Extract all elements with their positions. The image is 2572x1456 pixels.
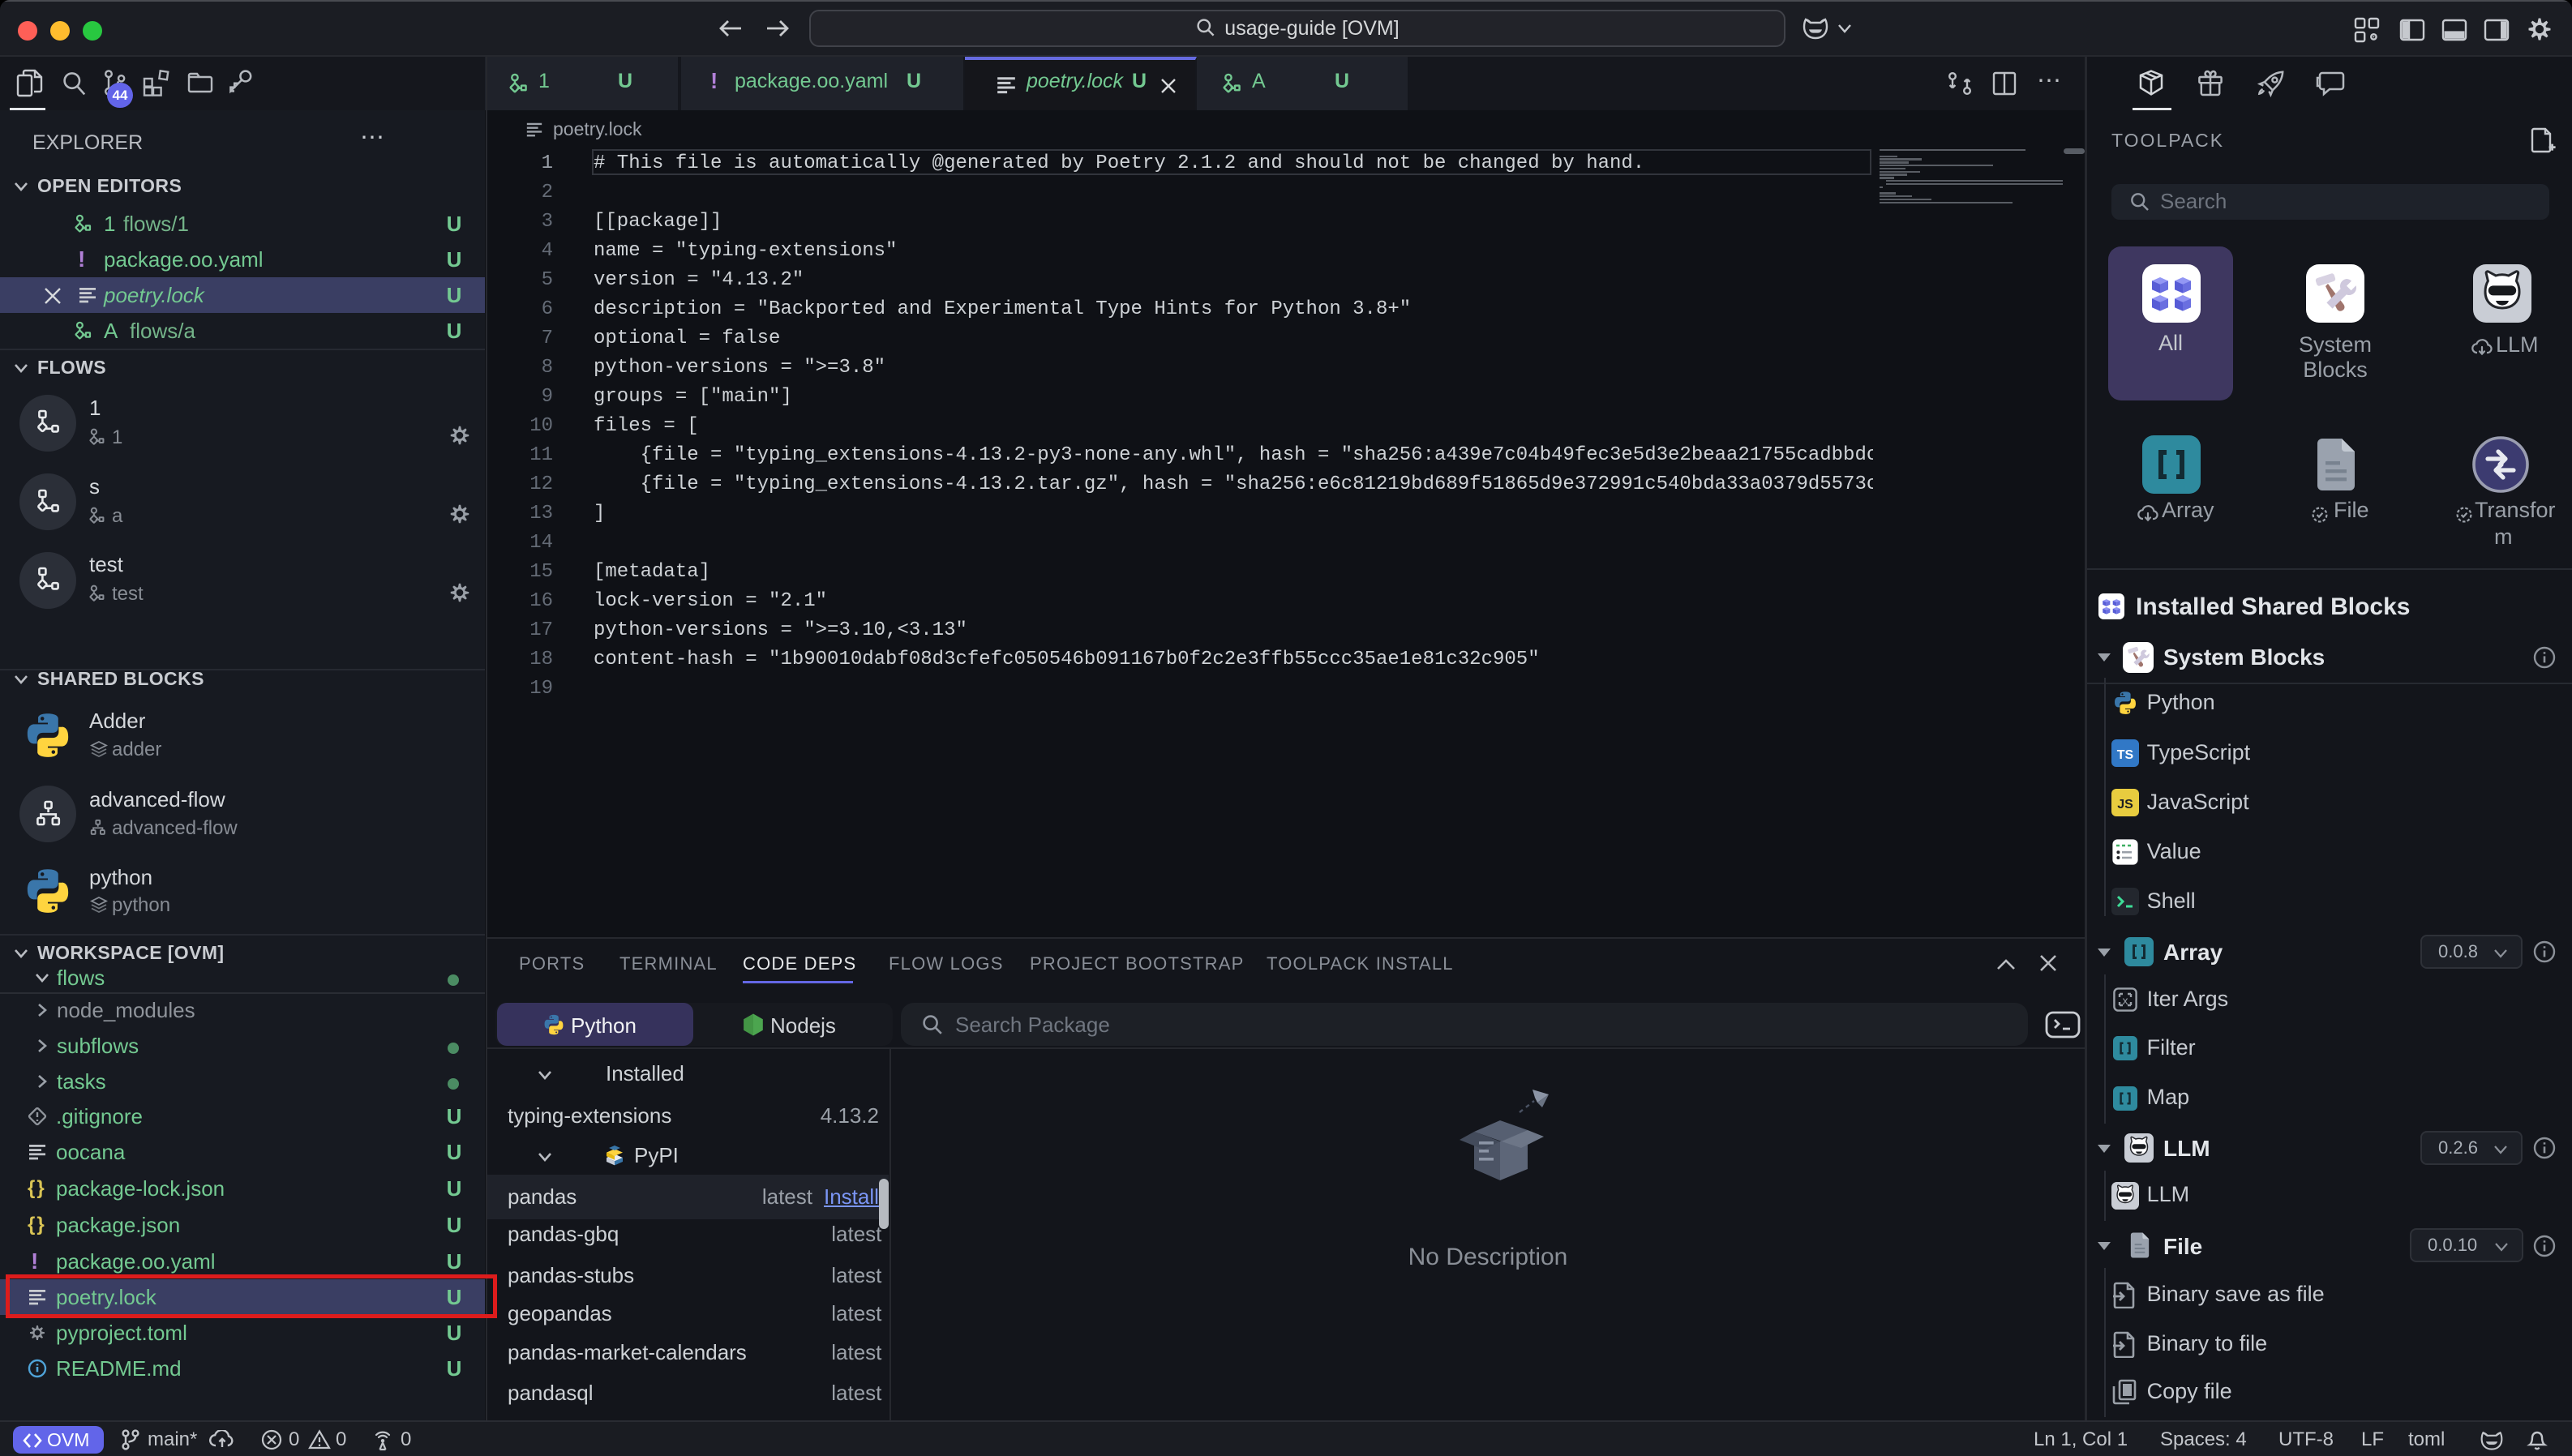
svg-text:x: x <box>2123 994 2128 1007</box>
svg-text:TS: TS <box>2117 748 2134 762</box>
svg-text:JS: JS <box>2117 798 2133 812</box>
